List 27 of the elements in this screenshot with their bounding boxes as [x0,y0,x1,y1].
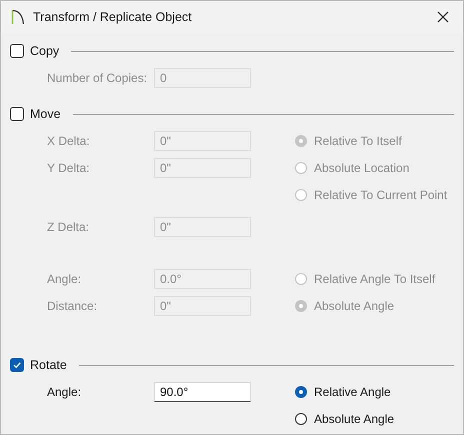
radio-label[interactable]: Relative To Itself [314,134,402,148]
field-label: Distance: [47,299,98,313]
field-label: Y Delta: [47,161,90,175]
radio-button[interactable] [295,413,307,425]
field-label: Angle: [47,272,82,286]
field-label: Z Delta: [47,220,90,234]
window-title: Transform / Replicate Object [33,10,193,24]
input-field[interactable]: 90.0° [154,382,251,402]
radio-label[interactable]: Relative To Current Point [314,188,448,202]
radio-label[interactable]: Relative Angle [314,385,391,399]
field-label: X Delta: [47,134,91,148]
radio-label[interactable]: Relative Angle To Itself [314,272,436,286]
checkbox[interactable] [10,107,24,121]
section-label: Rotate [30,358,67,372]
section-label: Copy [30,44,60,58]
checkbox[interactable] [10,44,24,58]
section-label: Move [30,107,61,121]
checkbox[interactable] [10,358,24,372]
radio-label[interactable]: Absolute Angle [314,412,394,426]
close-icon[interactable] [437,11,449,23]
radio-button[interactable] [295,386,307,398]
radio-label[interactable]: Absolute Location [314,161,410,175]
field-label: Angle: [47,385,82,399]
radio-label[interactable]: Absolute Angle [314,299,394,313]
arc-icon [11,9,25,25]
check-icon [12,360,22,370]
field-label: Number of Copies: [47,71,148,85]
